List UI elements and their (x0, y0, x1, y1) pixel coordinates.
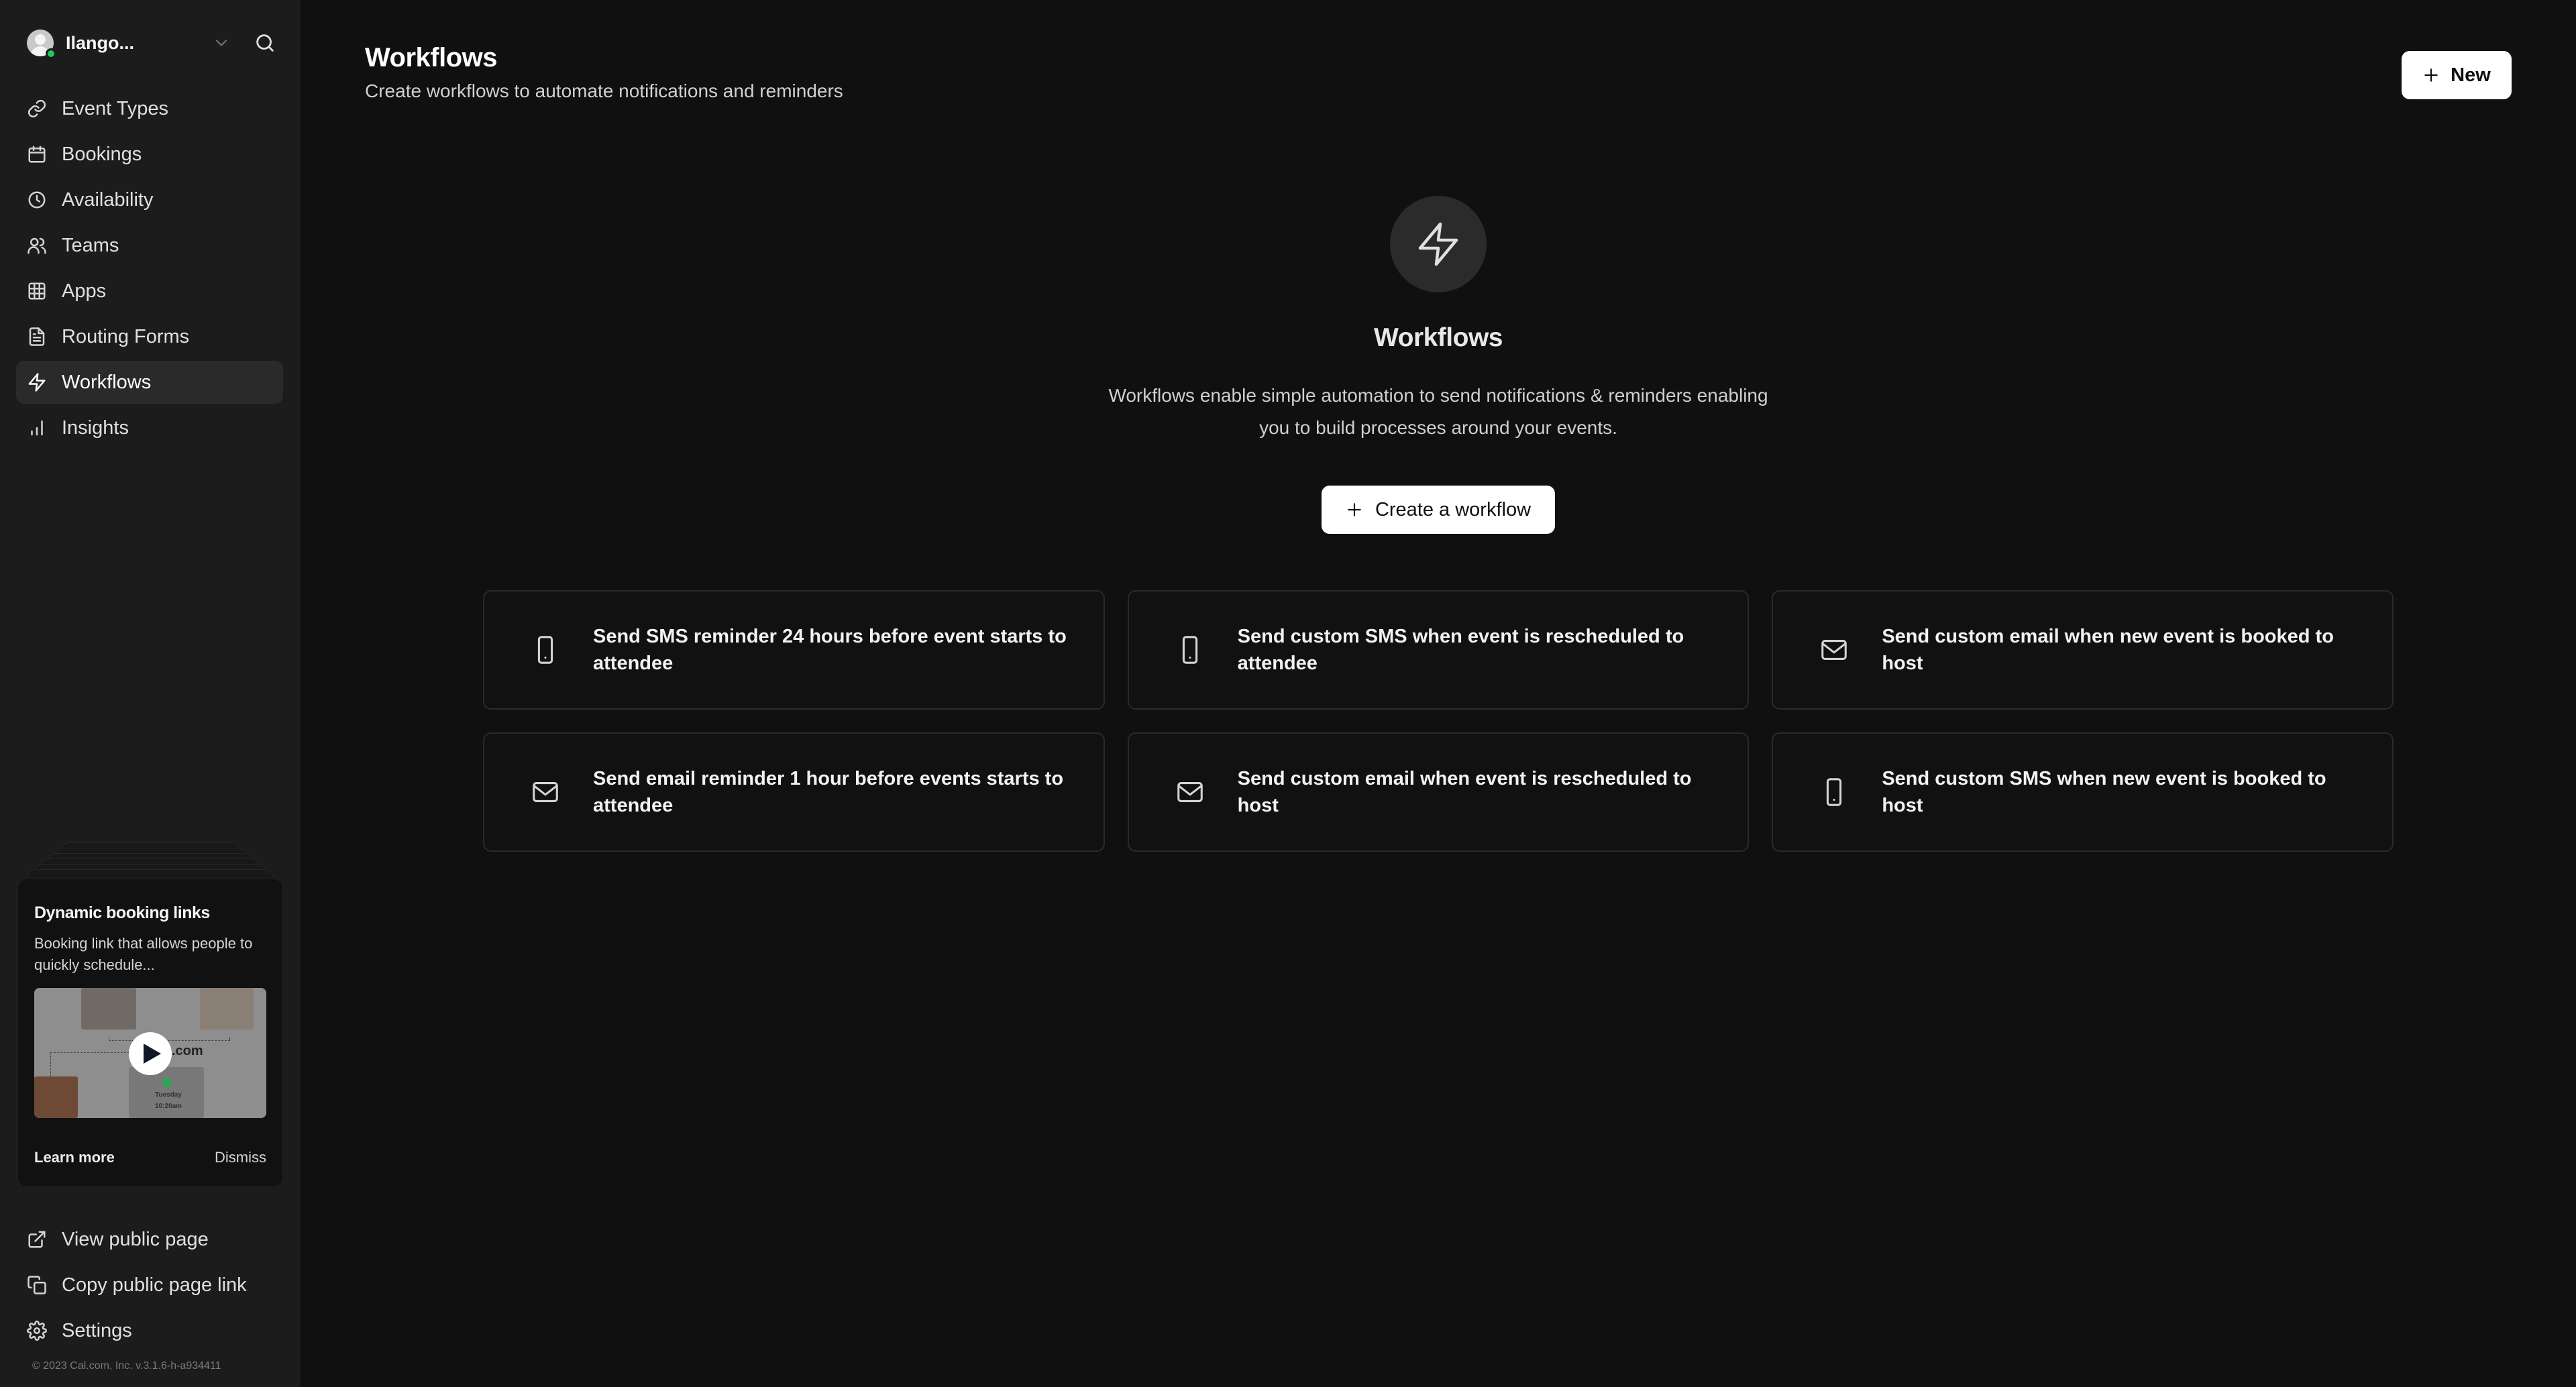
dismiss-button[interactable]: Dismiss (215, 1149, 266, 1166)
workflow-template-card[interactable]: Send custom SMS when new event is booked… (1772, 732, 2394, 852)
workflow-template-card[interactable]: Send SMS reminder 24 hours before event … (483, 590, 1105, 710)
sidebar-item-view-public-page[interactable]: View public page (16, 1218, 283, 1261)
learn-more-link[interactable]: Learn more (34, 1149, 115, 1166)
sidebar-item-teams[interactable]: Teams (16, 224, 283, 267)
new-workflow-button[interactable]: New (2402, 51, 2512, 99)
zap-icon (28, 373, 46, 392)
workflow-template-card[interactable]: Send custom SMS when event is reschedule… (1127, 590, 1750, 710)
bar-chart-icon (31, 420, 43, 436)
avatar (27, 30, 56, 59)
new-button-label: New (2451, 64, 2491, 86)
smartphone-icon (1182, 636, 1197, 664)
workflow-templates: Send SMS reminder 24 hours before event … (483, 590, 2394, 852)
empty-state-title: Workflows (1374, 323, 1503, 352)
promo-title: Dynamic booking links (34, 903, 210, 922)
plus-icon (1348, 503, 1361, 516)
template-label: Send custom SMS when event is reschedule… (1237, 626, 1684, 674)
promo-card-stack: Routing Forms Recurring Bookings Dynamic… (17, 842, 283, 1188)
template-label: Send custom SMS when new event is booked… (1882, 768, 2326, 816)
sidebar-item-apps[interactable]: Apps (16, 270, 283, 313)
video-domain-text: .com (172, 1044, 203, 1058)
sidebar-item-copy-public-page-link[interactable]: Copy public page link (16, 1264, 283, 1307)
workflow-template-card[interactable]: Send custom email when new event is book… (1772, 590, 2394, 710)
file-text-icon (29, 327, 45, 346)
sidebar-item-label: Event Types (62, 97, 169, 119)
sidebar-item-label: Insights (62, 417, 129, 439)
sidebar-item-routing-forms[interactable]: Routing Forms (16, 315, 283, 358)
sidebar-item-bookings[interactable]: Bookings (16, 133, 283, 176)
sidebar-item-label: Workflows (62, 371, 152, 393)
create-button-label: Create a workflow (1375, 498, 1532, 520)
calendar-icon (28, 146, 46, 163)
template-label: Send custom email when new event is book… (1882, 626, 2334, 674)
workflow-template-card[interactable]: Send email reminder 1 hour before events… (483, 732, 1105, 852)
video-person-tile (34, 1076, 78, 1118)
sidebar-item-label: Teams (62, 234, 119, 256)
chevron-down-icon[interactable] (212, 34, 231, 52)
main-content: Workflows Create workflows to automate n… (301, 0, 2576, 1387)
template-label: Send SMS reminder 24 hours before event … (593, 626, 1067, 674)
video-time-text: 10:20am (155, 1103, 182, 1110)
clock-icon (28, 191, 46, 209)
sidebar-item-label: Apps (62, 280, 107, 302)
video-person-tile (81, 988, 136, 1030)
template-label: Send email reminder 1 hour before events… (593, 768, 1064, 816)
users-icon (28, 237, 46, 254)
zap-icon (1418, 222, 1458, 266)
sidebar: Ilango... Event Types Bookings Availabil… (0, 0, 301, 1387)
smartphone-icon (1827, 778, 1842, 806)
mail-icon (533, 782, 558, 802)
sidebar-item-label: View public page (62, 1228, 209, 1250)
promo-video-thumbnail[interactable]: .com Tuesday 10:20am (34, 988, 266, 1118)
sidebar-item-insights[interactable]: Insights (16, 406, 283, 449)
search-icon[interactable] (254, 32, 276, 54)
sidebar-item-availability[interactable]: Availability (16, 178, 283, 221)
smartphone-icon (537, 636, 553, 664)
page-title: Workflows (365, 43, 498, 72)
sidebar-item-label: Copy public page link (62, 1274, 247, 1296)
sidebar-item-label: Availability (62, 188, 154, 211)
link-icon (28, 99, 46, 118)
main-nav: Event Types Bookings Availability Teams … (16, 87, 283, 452)
gear-icon (27, 1321, 47, 1341)
sidebar-item-label: Bookings (62, 143, 142, 165)
check-icon (162, 1078, 172, 1087)
create-workflow-button[interactable]: Create a workflow (1322, 486, 1555, 534)
sidebar-item-workflows[interactable]: Workflows (16, 361, 283, 404)
play-icon[interactable] (129, 1032, 172, 1075)
workflow-template-card[interactable]: Send custom email when event is reschedu… (1127, 732, 1750, 852)
video-day-text: Tuesday (155, 1091, 182, 1099)
page-subtitle: Create workflows to automate notificatio… (365, 80, 843, 101)
empty-state-icon (1390, 196, 1487, 292)
copy-icon (28, 1276, 46, 1294)
sidebar-item-event-types[interactable]: Event Types (16, 87, 283, 130)
template-label: Send custom email when event is reschedu… (1237, 768, 1692, 816)
sidebar-item-label: Routing Forms (62, 325, 190, 347)
video-person-tile (200, 988, 254, 1030)
mail-icon (1821, 640, 1847, 660)
sidebar-item-label: Settings (62, 1319, 132, 1341)
external-link-icon (28, 1231, 46, 1248)
sidebar-item-settings[interactable]: Settings (16, 1309, 283, 1352)
profile-menu[interactable]: Ilango... (27, 27, 276, 59)
profile-name: Ilango... (66, 32, 135, 53)
promo-card: Dynamic booking links Booking link that … (17, 879, 283, 1187)
online-status-dot (46, 48, 56, 59)
mail-icon (1177, 782, 1203, 802)
plus-icon (2424, 68, 2438, 82)
empty-state-description: Workflows enable simple automation to se… (1108, 385, 1768, 438)
copyright-text: © 2023 Cal.com, Inc. v.3.1.6-h-a934411 (32, 1360, 221, 1372)
promo-description: Booking link that allows people to quick… (34, 935, 253, 973)
grid-icon (28, 282, 46, 300)
bottom-nav: View public page Copy public page link S… (16, 1218, 283, 1355)
